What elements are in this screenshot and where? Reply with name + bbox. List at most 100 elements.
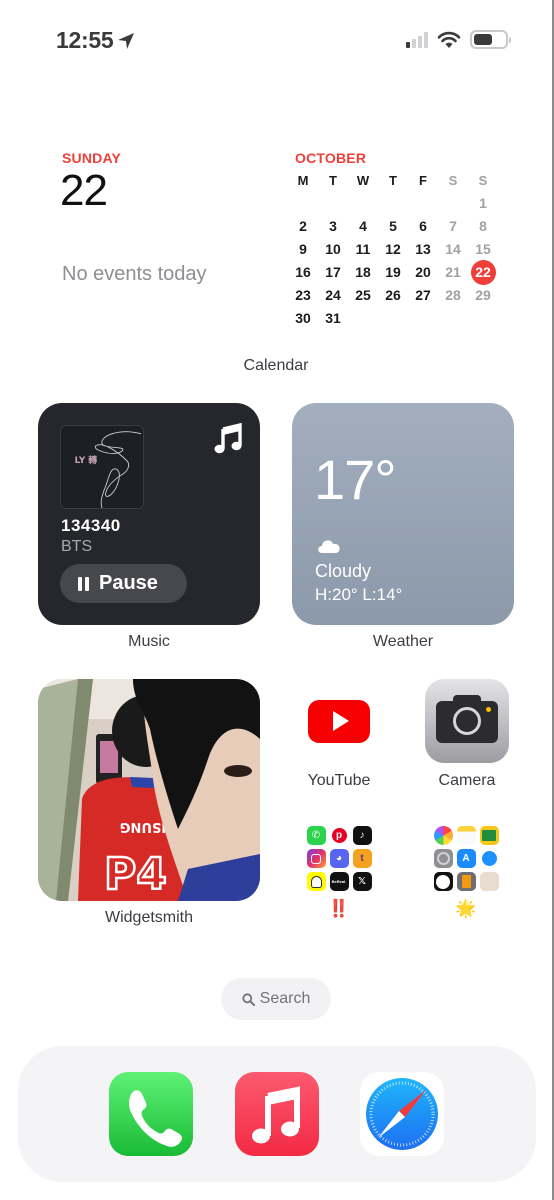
music-note-icon: [214, 423, 242, 454]
folder-social-grid: ✆ p ♪ ◕ t BeReal. 𝕏: [294, 826, 384, 891]
calendar-day-cell: 15: [475, 241, 491, 257]
folder-utilities-label: 🌟: [455, 899, 477, 918]
calendar-day-cell: 26: [385, 287, 401, 303]
calendar-day-name: SUNDAY: [62, 150, 122, 166]
folder-social[interactable]: ✆ p ♪ ◕ t BeReal. 𝕏 ‼️: [294, 826, 384, 919]
camera-icon: [425, 679, 509, 763]
app-label-youtube: YouTube: [307, 772, 371, 789]
discord-icon: ◕: [329, 849, 349, 868]
cloud-icon: [318, 540, 340, 553]
calendar-weekday-header: T: [329, 173, 337, 188]
calendar-day-cell: 21: [445, 264, 461, 280]
song-artist: BTS: [61, 538, 93, 555]
music-widget-label: Music: [128, 633, 170, 650]
app-youtube[interactable]: YouTube: [296, 679, 382, 790]
app-label-camera: Camera: [438, 772, 496, 789]
calendar-widget-label: Calendar: [243, 357, 309, 374]
calendar-day-cell: 14: [445, 241, 461, 257]
calendar-day-cell: 28: [445, 287, 461, 303]
calendar-day-cell: 7: [449, 218, 457, 234]
calendar-day-cell: 2: [299, 218, 307, 234]
app-camera[interactable]: Camera: [424, 679, 510, 790]
dock-app-phone[interactable]: [109, 1072, 193, 1156]
calendar-day-cell: 25: [355, 287, 371, 303]
notes-icon: [456, 826, 476, 845]
calendar-day-number: 22: [60, 166, 108, 215]
weather-condition: Cloudy: [315, 561, 372, 581]
calendar-day-cell: 17: [325, 264, 341, 280]
snapchat-icon: [306, 872, 326, 891]
calendar-empty-cell: [318, 193, 348, 216]
calendar-day-cell: 9: [299, 241, 307, 257]
calculator-icon: [456, 872, 476, 891]
dock-app-music[interactable]: [235, 1072, 319, 1156]
pause-icon: [78, 576, 89, 591]
photo-image: JISUNG P4: [38, 679, 260, 901]
clock-icon: [433, 872, 453, 891]
calendar-day-cell: 1: [479, 195, 487, 211]
x-icon: 𝕏: [352, 872, 372, 891]
calendar-day-cell: 24: [325, 287, 341, 303]
calendar-day-cell: 18: [355, 264, 371, 280]
app-store-icon: A: [456, 849, 476, 868]
calendar-day-cell: 5: [389, 218, 397, 234]
calendar-day-cell: 13: [415, 241, 431, 257]
music-widget[interactable]: LY 轉 134340 BTS Pause: [38, 403, 260, 625]
calendar-day-cell: 4: [359, 218, 367, 234]
weather-high-low: H:20° L:14°: [315, 585, 403, 604]
pause-button-label: Pause: [99, 572, 158, 594]
safari-icon: [366, 1078, 438, 1150]
cellular-signal-icon: [406, 31, 428, 48]
calendar-day-cell: 29: [475, 287, 491, 303]
calendar-day-cell: 23: [295, 287, 311, 303]
calendar-day-cell: 16: [295, 264, 311, 280]
folder-social-label: ‼️: [328, 899, 350, 918]
calendar-empty-cell: [408, 193, 438, 216]
song-title: 134340: [61, 516, 121, 535]
calendar-no-events: No events today: [62, 263, 207, 285]
phone-icon: [129, 1090, 182, 1147]
album-art-text: LY 轉: [75, 454, 98, 466]
calendar-day-cell: 8: [479, 218, 487, 234]
location-arrow-icon: [118, 32, 135, 49]
calendar-day-cell: 6: [419, 218, 427, 234]
calendar-weekday-header: S: [448, 173, 458, 188]
status-time: 12:55: [56, 27, 136, 54]
calendar-weekday-header: F: [419, 173, 427, 188]
widgetsmith-widget-label: Widgetsmith: [104, 909, 194, 926]
calendar-weekday-header: S: [478, 173, 488, 188]
safari-mini-icon: [479, 849, 499, 868]
google-classroom-icon: [479, 826, 499, 845]
calendar-weekday-header: W: [356, 173, 370, 188]
pause-button[interactable]: Pause: [60, 564, 187, 603]
spotlight-search-button[interactable]: Search: [221, 978, 331, 1020]
calendar-day-cell: 10: [325, 241, 341, 257]
calendar-day-cell: 11: [355, 241, 371, 257]
calendar-weekday-header: M: [297, 173, 309, 188]
status-indicators: [406, 30, 511, 49]
calendar-month: OCTOBER: [295, 150, 367, 166]
status-time-text: 12:55: [56, 27, 114, 53]
calendar-empty-cell: [288, 193, 318, 216]
calendar-month-grid: M T W T F S S 1 2 3 4 5 6 7 8 9 10 11 12 13 14 15 16 17 18 19 20 21…: [288, 170, 498, 331]
calendar-today-cell: 22: [468, 260, 498, 285]
youtube-icon: [297, 679, 381, 763]
photos-icon: [433, 826, 453, 845]
calendar-empty-cell: [438, 193, 468, 216]
weather-widget-label: Weather: [372, 633, 434, 650]
search-label: Search: [259, 990, 311, 1007]
music-app-icon: [252, 1086, 300, 1144]
bereal-icon: BeReal.: [329, 872, 349, 891]
weather-widget[interactable]: 17° Cloudy H:20° L:14°: [292, 403, 514, 625]
calendar-day-cell: 31: [325, 310, 341, 326]
folder-utilities-grid: A: [421, 826, 511, 891]
calendar-day-cell: 3: [329, 218, 337, 234]
settings-icon: [433, 849, 453, 868]
widgetsmith-photo-widget[interactable]: JISUNG P4: [38, 679, 260, 901]
svg-text:P4: P4: [104, 849, 167, 900]
calendar-day-cell: 19: [385, 264, 401, 280]
instagram-icon: [306, 849, 326, 868]
folder-utilities[interactable]: A 🌟: [421, 826, 511, 919]
comic-app-icon: [479, 872, 499, 891]
dock-app-safari[interactable]: [360, 1072, 444, 1156]
